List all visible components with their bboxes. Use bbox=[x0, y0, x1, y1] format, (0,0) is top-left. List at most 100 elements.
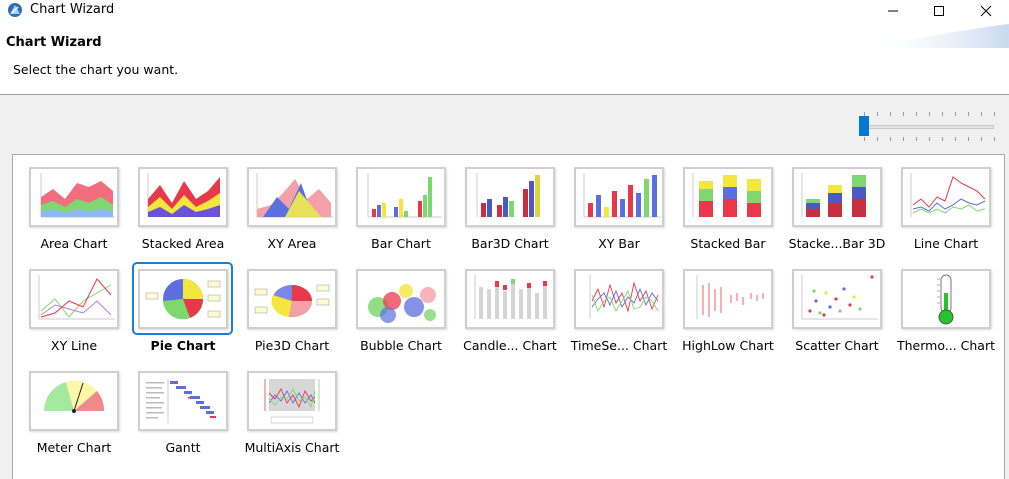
chart-tile-label: Gantt bbox=[165, 440, 201, 455]
slider-tick bbox=[968, 112, 969, 116]
bubble-chart-icon bbox=[358, 271, 444, 327]
area-chart-icon bbox=[40, 173, 115, 218]
slider-tick bbox=[994, 112, 995, 116]
multi-axis-chart-icon bbox=[264, 379, 320, 424]
chart-tile-label: Bar3D Chart bbox=[471, 236, 549, 251]
chart-tile-label: Thermo... Chart bbox=[896, 338, 996, 353]
close-icon bbox=[980, 5, 992, 17]
scatter-chart-icon bbox=[801, 275, 878, 320]
high-low-chart-icon bbox=[696, 275, 764, 319]
wizard-header: Chart Wizard Select the chart you want. bbox=[0, 22, 1009, 95]
chart-tile-pie3d[interactable]: Pie3D Chart bbox=[235, 263, 343, 365]
chart-tile-high-low[interactable]: HighLow Chart bbox=[671, 263, 779, 365]
chart-tile-label: Stacke...Bar 3D bbox=[788, 236, 886, 251]
slider-track[interactable] bbox=[860, 125, 994, 129]
chart-tile-label: Bubble Chart bbox=[360, 338, 442, 353]
chart-tile-xy-area[interactable]: XY Area bbox=[235, 161, 343, 263]
chart-tile-area[interactable]: Area Chart bbox=[17, 161, 125, 263]
slider-tick bbox=[903, 112, 904, 116]
chart-tile-label: Candle... Chart bbox=[463, 338, 557, 353]
chart-tile-label: Bar Chart bbox=[371, 236, 431, 251]
chart-tile-gantt[interactable]: Gantt bbox=[126, 365, 234, 467]
chart-tile-scatter[interactable]: Scatter Chart bbox=[780, 263, 888, 365]
slider-tick bbox=[903, 137, 904, 141]
chart-tile-label: Line Chart bbox=[913, 236, 979, 251]
slider-thumb[interactable] bbox=[859, 116, 869, 136]
chart-tile-bar3d[interactable]: Bar3D Chart bbox=[453, 161, 561, 263]
stacked-bar-3d-chart-icon bbox=[801, 173, 866, 217]
close-button[interactable] bbox=[963, 0, 1009, 22]
slider-tick bbox=[981, 137, 982, 141]
xy-line-chart-icon bbox=[38, 275, 115, 320]
window-title: Chart Wizard bbox=[30, 2, 115, 17]
chart-tile-label: HighLow Chart bbox=[682, 338, 774, 353]
chart-tile-label: Pie Chart bbox=[150, 338, 216, 353]
chart-tile-label: Area Chart bbox=[40, 236, 108, 251]
chart-tile-label: XY Bar bbox=[598, 236, 640, 251]
chart-tile-label: XY Line bbox=[50, 338, 98, 353]
thermometer-chart-icon bbox=[937, 274, 954, 325]
maximize-button[interactable] bbox=[916, 0, 962, 22]
slider-tick bbox=[890, 112, 891, 116]
chart-tile-candlestick[interactable]: Candle... Chart bbox=[453, 263, 561, 365]
stacked-bar-chart-icon bbox=[692, 173, 761, 217]
chart-wizard-app-icon bbox=[8, 3, 22, 17]
slider-tick bbox=[955, 112, 956, 116]
chart-tile-pie[interactable]: Pie Chart bbox=[126, 262, 234, 365]
chart-tile-multi-axis[interactable]: MultiAxis Chart bbox=[235, 365, 343, 467]
chart-tile-stacked-area[interactable]: Stacked Area bbox=[126, 161, 234, 263]
chart-tile-thermometer[interactable]: Thermo... Chart bbox=[889, 263, 997, 365]
slider-tick bbox=[890, 137, 891, 141]
gantt-chart-icon bbox=[146, 379, 216, 423]
chart-tile-stacked-bar-3d[interactable]: Stacke...Bar 3D bbox=[780, 161, 888, 263]
chart-tile-xy-line[interactable]: XY Line bbox=[17, 263, 125, 365]
pie3d-chart-icon bbox=[254, 284, 330, 318]
minimize-icon bbox=[888, 10, 898, 12]
slider-tick bbox=[942, 112, 943, 116]
chart-tile-xy-bar[interactable]: XY Bar bbox=[562, 161, 670, 263]
candlestick-chart-icon bbox=[474, 275, 547, 319]
chart-type-gallery: Area Chart Stacked Area XY Area Bar Char… bbox=[12, 154, 1005, 479]
bar3d-chart-icon bbox=[476, 173, 540, 217]
minimize-button[interactable] bbox=[870, 0, 916, 22]
slider-tick bbox=[916, 112, 917, 116]
pie-chart-icon bbox=[145, 279, 221, 320]
header-title: Chart Wizard bbox=[6, 35, 102, 50]
slider-tick bbox=[916, 137, 917, 141]
chart-tile-label: MultiAxis Chart bbox=[244, 440, 340, 455]
xy-bar-chart-icon bbox=[583, 173, 660, 218]
chart-tile-bubble[interactable]: Bubble Chart bbox=[344, 263, 452, 365]
slider-tick bbox=[864, 137, 865, 141]
time-series-chart-icon bbox=[589, 275, 659, 319]
chart-tile-line[interactable]: Line Chart bbox=[889, 161, 997, 263]
slider-tick bbox=[968, 137, 969, 141]
chart-tile-meter[interactable]: Meter Chart bbox=[17, 365, 125, 467]
thumbnail-size-slider[interactable] bbox=[856, 108, 996, 144]
slider-tick bbox=[955, 137, 956, 141]
chart-tile-stacked-bar[interactable]: Stacked Bar bbox=[671, 161, 779, 263]
chart-tile-label: Scatter Chart bbox=[795, 338, 879, 353]
slider-tick bbox=[929, 112, 930, 116]
chart-tile-label: TimeSe... Chart bbox=[570, 338, 668, 353]
chart-tile-label: Stacked Area bbox=[141, 236, 225, 251]
slider-tick bbox=[877, 137, 878, 141]
line-chart-icon bbox=[910, 173, 986, 217]
chart-tile-label: Meter Chart bbox=[36, 440, 112, 455]
title-bar: Chart Wizard bbox=[0, 0, 1009, 22]
chart-tile-label: XY Area bbox=[267, 236, 317, 251]
slider-tick bbox=[994, 137, 995, 141]
slider-tick bbox=[942, 137, 943, 141]
slider-tick bbox=[864, 112, 865, 116]
slider-tick bbox=[929, 137, 930, 141]
slider-tick bbox=[981, 112, 982, 116]
meter-chart-icon bbox=[43, 380, 105, 413]
slider-tick bbox=[877, 112, 878, 116]
maximize-icon bbox=[934, 6, 944, 16]
xy-area-chart-icon bbox=[256, 173, 333, 218]
chart-tile-label: Stacked Bar bbox=[690, 236, 766, 251]
header-decoration bbox=[859, 24, 1009, 48]
chart-tile-time-series[interactable]: TimeSe... Chart bbox=[562, 263, 670, 365]
bar-chart-icon bbox=[367, 173, 442, 218]
header-description: Select the chart you want. bbox=[13, 62, 179, 77]
chart-tile-bar[interactable]: Bar Chart bbox=[344, 161, 452, 263]
